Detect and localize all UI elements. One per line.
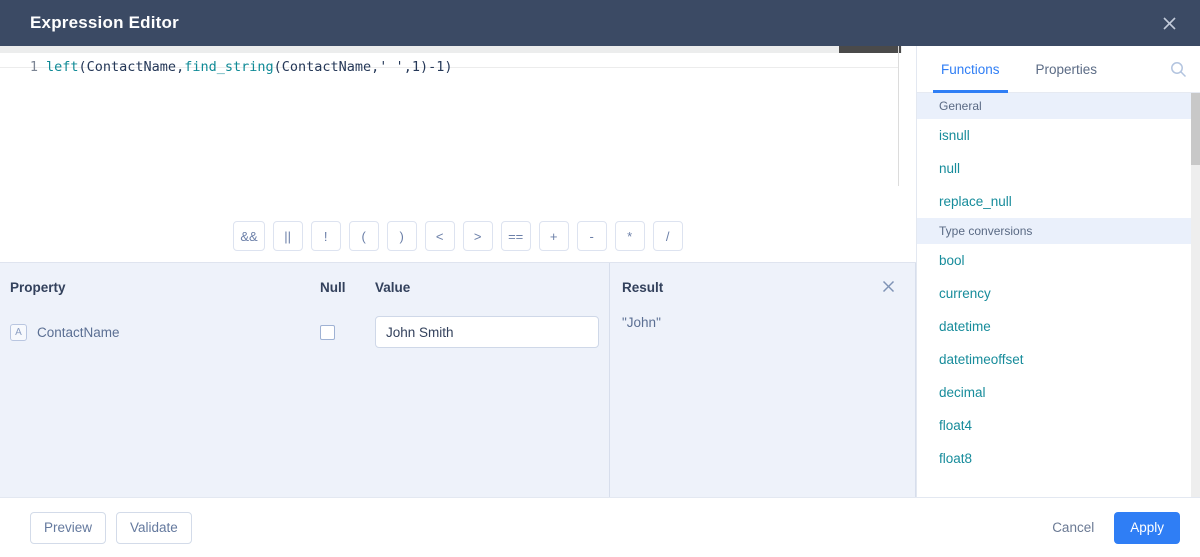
column-header-null: Null: [320, 279, 346, 295]
editor-horizontal-scrollbar-thumb[interactable]: [839, 46, 901, 53]
close-dialog-button[interactable]: [1154, 8, 1184, 38]
dialog-titlebar: Expression Editor: [0, 0, 1200, 46]
dialog-footer: Preview Validate Cancel Apply: [0, 497, 1200, 557]
dialog-body: 1 left(ContactName,find_string(ContactNa…: [0, 46, 1200, 497]
lower-panels: Property Null Value A ContactName Result: [0, 262, 916, 497]
operator-button-ampamp[interactable]: &&: [233, 221, 265, 251]
function-item-float4[interactable]: float4: [917, 409, 1200, 442]
operator-button-slash[interactable]: /: [652, 221, 683, 251]
code-content[interactable]: left(ContactName,find_string(ContactName…: [46, 58, 453, 76]
operator-button-gt[interactable]: >: [462, 221, 493, 251]
editor-right-rule: [898, 46, 899, 186]
function-group-header: Type conversions: [917, 218, 1200, 244]
function-item-bool[interactable]: bool: [917, 244, 1200, 277]
value-cell: [375, 316, 615, 348]
code-token: (: [273, 59, 282, 75]
function-item-replace_null[interactable]: replace_null: [917, 185, 1200, 218]
code-token: ContactName: [281, 59, 372, 75]
dialog-title: Expression Editor: [30, 13, 179, 32]
code-token: (: [78, 59, 87, 75]
code-token: left: [46, 59, 79, 75]
operator-button-eqeq[interactable]: ==: [500, 221, 531, 251]
result-title: Result: [622, 279, 664, 295]
property-name: ContactName: [37, 324, 120, 340]
close-icon: [882, 280, 894, 292]
operator-button-plus[interactable]: +: [538, 221, 569, 251]
editor-column: 1 left(ContactName,find_string(ContactNa…: [0, 46, 916, 497]
property-name-cell: A ContactName: [10, 323, 320, 341]
code-token: ): [419, 59, 429, 75]
null-checkbox[interactable]: [320, 324, 335, 340]
sidebar-scrollbar-thumb[interactable]: [1191, 93, 1200, 165]
function-item-datetime[interactable]: datetime: [917, 310, 1200, 343]
operator-button-row: && ||!() < > == + - * /: [0, 210, 916, 262]
function-item-float8[interactable]: float8: [917, 442, 1200, 475]
code-token: ): [444, 59, 453, 75]
result-panel: Result "John": [610, 263, 916, 497]
close-result-button[interactable]: [877, 275, 899, 297]
apply-button[interactable]: Apply: [1114, 511, 1180, 544]
preview-button[interactable]: Preview: [30, 511, 107, 544]
operator-button-minus[interactable]: -: [576, 221, 607, 251]
string-type-icon: A: [10, 323, 27, 341]
operator-button-lparen[interactable]: (: [348, 221, 379, 251]
tab-properties[interactable]: Properties: [1032, 46, 1102, 93]
code-line: 1 left(ContactName,find_string(ContactNa…: [0, 58, 453, 76]
operator-button-rparen[interactable]: ): [386, 221, 417, 251]
code-token: ,: [403, 59, 412, 75]
operator-button-not[interactable]: !: [310, 221, 341, 251]
search-button[interactable]: [1164, 55, 1192, 83]
operator-button-pipepipe[interactable]: ||: [272, 221, 303, 251]
cancel-button[interactable]: Cancel: [1046, 519, 1100, 536]
code-token: ' ': [379, 59, 404, 75]
function-item-datetimeoffset[interactable]: datetimeoffset: [917, 343, 1200, 376]
footer-right-actions: Cancel Apply: [1046, 511, 1180, 544]
code-token: 1: [411, 59, 420, 75]
expression-editor-dialog: Expression Editor 1 left(ContactName,fin…: [0, 0, 1200, 557]
column-header-value: Value: [375, 279, 411, 295]
operator-button-lt[interactable]: <: [424, 221, 455, 251]
function-group-header: General: [917, 93, 1200, 119]
function-item-decimal[interactable]: decimal: [917, 376, 1200, 409]
function-item-null[interactable]: null: [917, 152, 1200, 185]
function-list[interactable]: General isnull null replace_null Type conver…: [917, 93, 1200, 497]
search-icon: [1170, 61, 1186, 77]
property-value-input[interactable]: [375, 316, 599, 348]
expression-code-editor[interactable]: 1 left(ContactName,find_string(ContactNa…: [0, 46, 916, 210]
close-icon: [1162, 16, 1176, 30]
code-token: ,: [176, 59, 185, 75]
property-panel: Property Null Value A ContactName: [0, 263, 610, 497]
tab-functions[interactable]: Functions: [933, 46, 1008, 93]
sidebar-tab-bar: Functions Properties: [917, 46, 1200, 93]
null-cell: [320, 324, 375, 340]
operator-button-star[interactable]: *: [614, 221, 645, 251]
result-value: "John": [622, 315, 661, 330]
column-header-property: Property: [10, 279, 66, 295]
functions-sidebar: Functions Properties General isnull null re…: [916, 46, 1200, 497]
function-item-currency[interactable]: currency: [917, 277, 1200, 310]
property-table-header: Property Null Value: [0, 263, 609, 311]
table-row: A ContactName: [0, 311, 609, 353]
editor-horizontal-scrollbar-track[interactable]: [0, 46, 902, 53]
function-item-isnull[interactable]: isnull: [917, 119, 1200, 152]
code-token: find_string: [184, 59, 274, 75]
validate-button[interactable]: Validate: [116, 511, 192, 544]
code-token: ContactName: [86, 59, 177, 75]
property-table-body: A ContactName: [0, 311, 609, 353]
line-number: 1: [29, 59, 38, 75]
footer-left-actions: Preview Validate: [30, 511, 192, 544]
